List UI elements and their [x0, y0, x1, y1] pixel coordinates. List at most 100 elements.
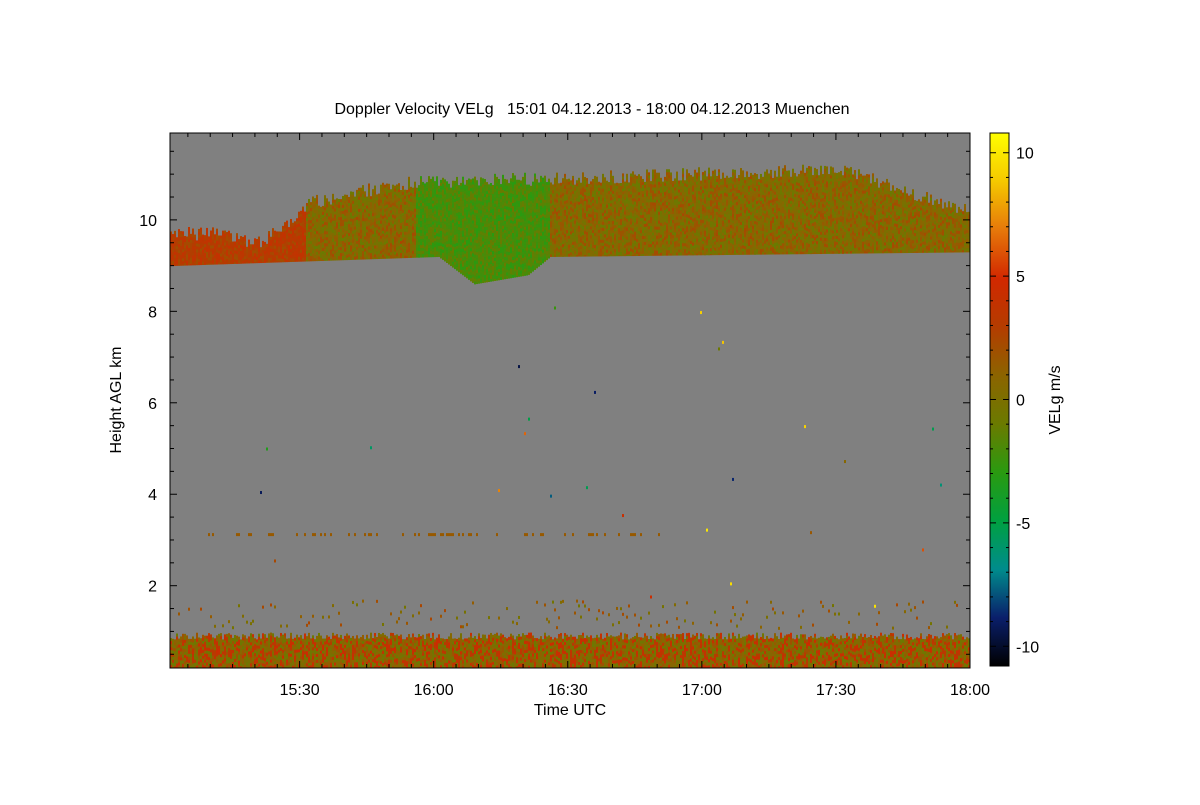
velocity-cell-cirrus	[326, 219, 328, 223]
velocity-cell-cirrus	[320, 231, 322, 235]
velocity-cell-boundary	[322, 648, 324, 652]
velocity-cell-cirrus	[470, 224, 472, 228]
velocity-cell-cirrus	[424, 204, 426, 208]
velocity-cell-boundary	[232, 647, 234, 651]
velocity-cell-boundary	[226, 649, 228, 653]
velocity-cell-cirrus	[336, 231, 338, 235]
velocity-cell-boundary	[460, 648, 462, 652]
velocity-cell-boundary	[306, 654, 308, 658]
velocity-cell-cirrus	[460, 258, 462, 262]
velocity-cell-cirrus	[274, 240, 276, 244]
velocity-cell-cirrus	[338, 217, 340, 221]
velocity-cell-boundary	[400, 647, 402, 651]
velocity-cell-boundary	[220, 663, 222, 667]
velocity-cell-boundary	[304, 654, 306, 658]
velocity-cell-cirrus	[468, 262, 470, 266]
velocity-cell-cirrus	[356, 232, 358, 236]
velocity-cell-boundary	[186, 659, 188, 663]
velocity-cell-boundary	[190, 639, 192, 643]
velocity-cell-boundary	[244, 638, 246, 642]
velocity-cell-boundary	[222, 642, 224, 646]
velocity-cell-boundary	[250, 651, 252, 655]
velocity-cell-boundary	[460, 639, 462, 643]
velocity-cell-cirrus	[436, 185, 438, 189]
velocity-cell-cirrus	[362, 224, 364, 228]
velocity-cell-cirrus	[398, 207, 400, 211]
velocity-cell-low	[420, 604, 422, 607]
velocity-cell-cirrus	[444, 179, 446, 183]
velocity-cell-boundary	[284, 639, 286, 643]
velocity-cell-cirrus	[426, 224, 428, 228]
velocity-cell-cirrus	[182, 231, 184, 235]
velocity-cell-cirrus	[386, 187, 388, 191]
velocity-cell-boundary	[366, 656, 368, 660]
velocity-cell-boundary	[334, 645, 336, 649]
velocity-cell-boundary	[210, 640, 212, 644]
velocity-cell-cirrus	[468, 256, 470, 260]
velocity-cell-cirrus	[432, 216, 434, 220]
velocity-cell-aerosol	[434, 533, 436, 536]
velocity-cell-cirrus	[358, 224, 360, 228]
velocity-cell-cirrus	[452, 214, 454, 218]
velocity-cell-boundary	[172, 651, 174, 655]
velocity-cell-cirrus	[476, 234, 478, 238]
velocity-cell-boundary	[342, 642, 344, 646]
velocity-cell-cirrus	[298, 245, 300, 249]
velocity-cell-cirrus	[302, 261, 304, 262]
velocity-cell-cirrus	[366, 254, 368, 258]
velocity-cell-cirrus	[440, 219, 442, 223]
velocity-cell-cirrus	[260, 247, 262, 251]
velocity-cell-cirrus	[338, 202, 340, 206]
velocity-cell-cirrus	[320, 243, 322, 247]
velocity-cell-cirrus	[300, 241, 302, 245]
velocity-cell-cirrus	[216, 250, 218, 254]
velocity-cell-boundary	[346, 654, 348, 658]
velocity-cell-boundary	[404, 648, 406, 652]
velocity-cell-cirrus	[226, 244, 228, 248]
velocity-cell-cirrus	[368, 222, 370, 226]
velocity-cell-cirrus	[402, 219, 404, 223]
velocity-cell-boundary	[320, 651, 322, 655]
velocity-cell-boundary	[370, 651, 372, 655]
velocity-cell-cirrus	[382, 231, 384, 235]
velocity-cell-boundary	[228, 642, 230, 646]
velocity-cell-cirrus	[452, 226, 454, 230]
velocity-cell-boundary	[484, 641, 486, 645]
velocity-cell-cirrus	[446, 235, 448, 239]
velocity-cell-cirrus	[476, 201, 478, 205]
velocity-cell-boundary	[190, 663, 192, 667]
velocity-cell-cirrus	[422, 254, 424, 258]
velocity-cell-cirrus	[356, 208, 358, 212]
velocity-cell-cirrus	[190, 252, 192, 256]
velocity-cell-boundary	[442, 641, 444, 645]
velocity-cell-cirrus	[328, 211, 330, 215]
velocity-cell-cirrus	[434, 229, 436, 233]
velocity-cell-cirrus	[430, 215, 432, 219]
velocity-cell-cirrus	[346, 225, 348, 229]
velocity-cell-cirrus	[356, 238, 358, 242]
velocity-cell-boundary	[286, 648, 288, 652]
velocity-cell-cirrus	[488, 199, 490, 203]
velocity-cell-cirrus	[302, 249, 304, 253]
velocity-cell-boundary	[190, 657, 192, 661]
velocity-cell-cirrus	[350, 254, 352, 257]
velocity-cell-cirrus	[404, 199, 406, 203]
velocity-cell-cirrus	[446, 220, 448, 224]
velocity-cell-cirrus	[382, 246, 384, 250]
velocity-cell-cirrus	[338, 223, 340, 227]
velocity-cell-cirrus	[210, 255, 212, 259]
velocity-cell-cirrus	[454, 217, 456, 221]
velocity-cell-cirrus	[386, 235, 388, 239]
velocity-cell-boundary	[328, 658, 330, 662]
velocity-cell-cirrus	[394, 258, 396, 259]
velocity-cell-boundary	[482, 656, 484, 660]
velocity-cell-boundary	[336, 640, 338, 644]
velocity-cell-boundary	[482, 641, 484, 645]
velocity-cell-boundary	[406, 643, 408, 647]
velocity-cell-cirrus	[380, 215, 382, 219]
velocity-cell-cirrus	[370, 256, 372, 259]
velocity-cell-cirrus	[306, 245, 308, 249]
velocity-cell-cirrus	[190, 255, 192, 259]
velocity-cell-cirrus	[478, 209, 480, 213]
velocity-cell-boundary	[192, 651, 194, 655]
